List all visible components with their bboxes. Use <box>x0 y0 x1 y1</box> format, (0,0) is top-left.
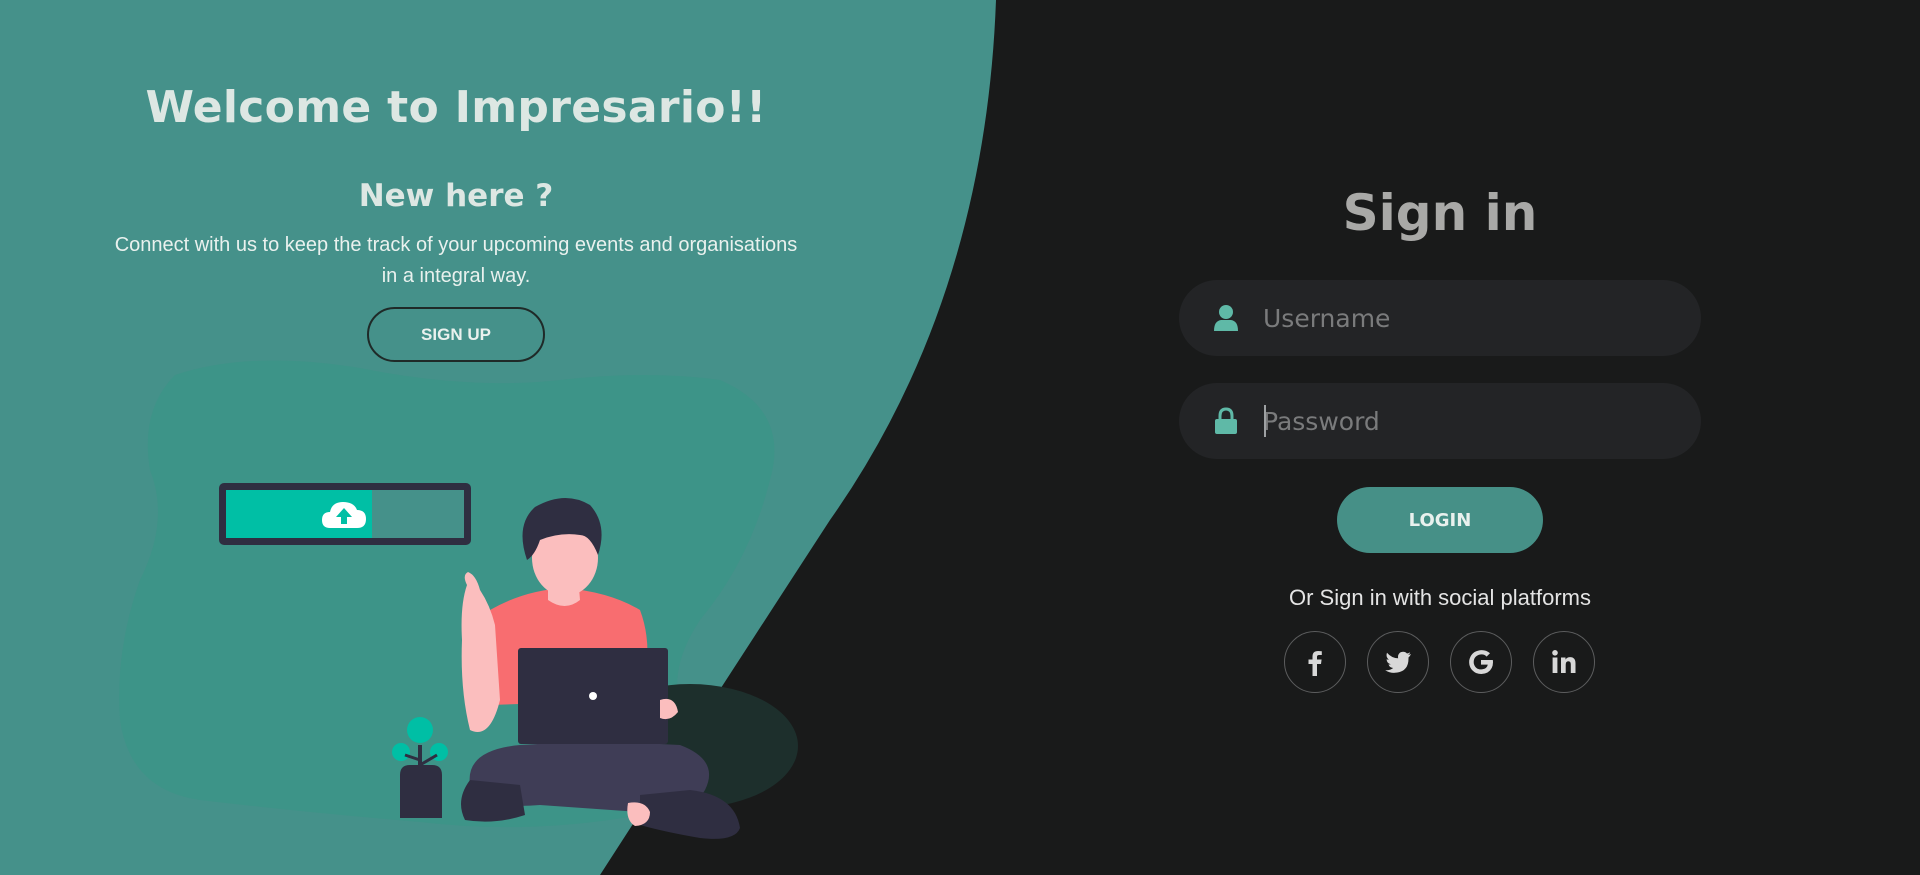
welcome-panel: Welcome to Impresario!! New here ? Conne… <box>0 0 912 400</box>
login-button[interactable]: LOGIN <box>1337 487 1543 553</box>
facebook-button[interactable] <box>1284 631 1346 693</box>
sign-up-button[interactable]: SIGN UP <box>367 307 545 362</box>
twitter-icon <box>1385 651 1411 673</box>
google-icon <box>1469 650 1493 675</box>
text-caret <box>1264 405 1266 437</box>
linkedin-button[interactable] <box>1533 631 1595 693</box>
password-field[interactable] <box>1179 383 1701 459</box>
sign-in-title: Sign in <box>1342 184 1538 242</box>
facebook-icon <box>1308 651 1322 676</box>
new-here-heading: New here ? <box>358 178 554 214</box>
social-buttons <box>1284 631 1604 695</box>
username-input[interactable] <box>1263 280 1673 356</box>
login-page: Welcome to Impresario!! New here ? Conne… <box>0 0 1920 875</box>
welcome-description: Connect with us to keep the track of you… <box>114 234 798 287</box>
username-field[interactable] <box>1179 280 1701 356</box>
social-sign-in-text: Or Sign in with social platforms <box>1289 585 1591 610</box>
lock-icon <box>1215 407 1237 434</box>
linkedin-icon <box>1552 650 1576 673</box>
twitter-button[interactable] <box>1367 631 1429 693</box>
google-button[interactable] <box>1450 631 1512 693</box>
user-icon <box>1214 305 1238 331</box>
welcome-title: Welcome to Impresario!! <box>145 82 767 133</box>
password-input[interactable] <box>1263 383 1673 459</box>
